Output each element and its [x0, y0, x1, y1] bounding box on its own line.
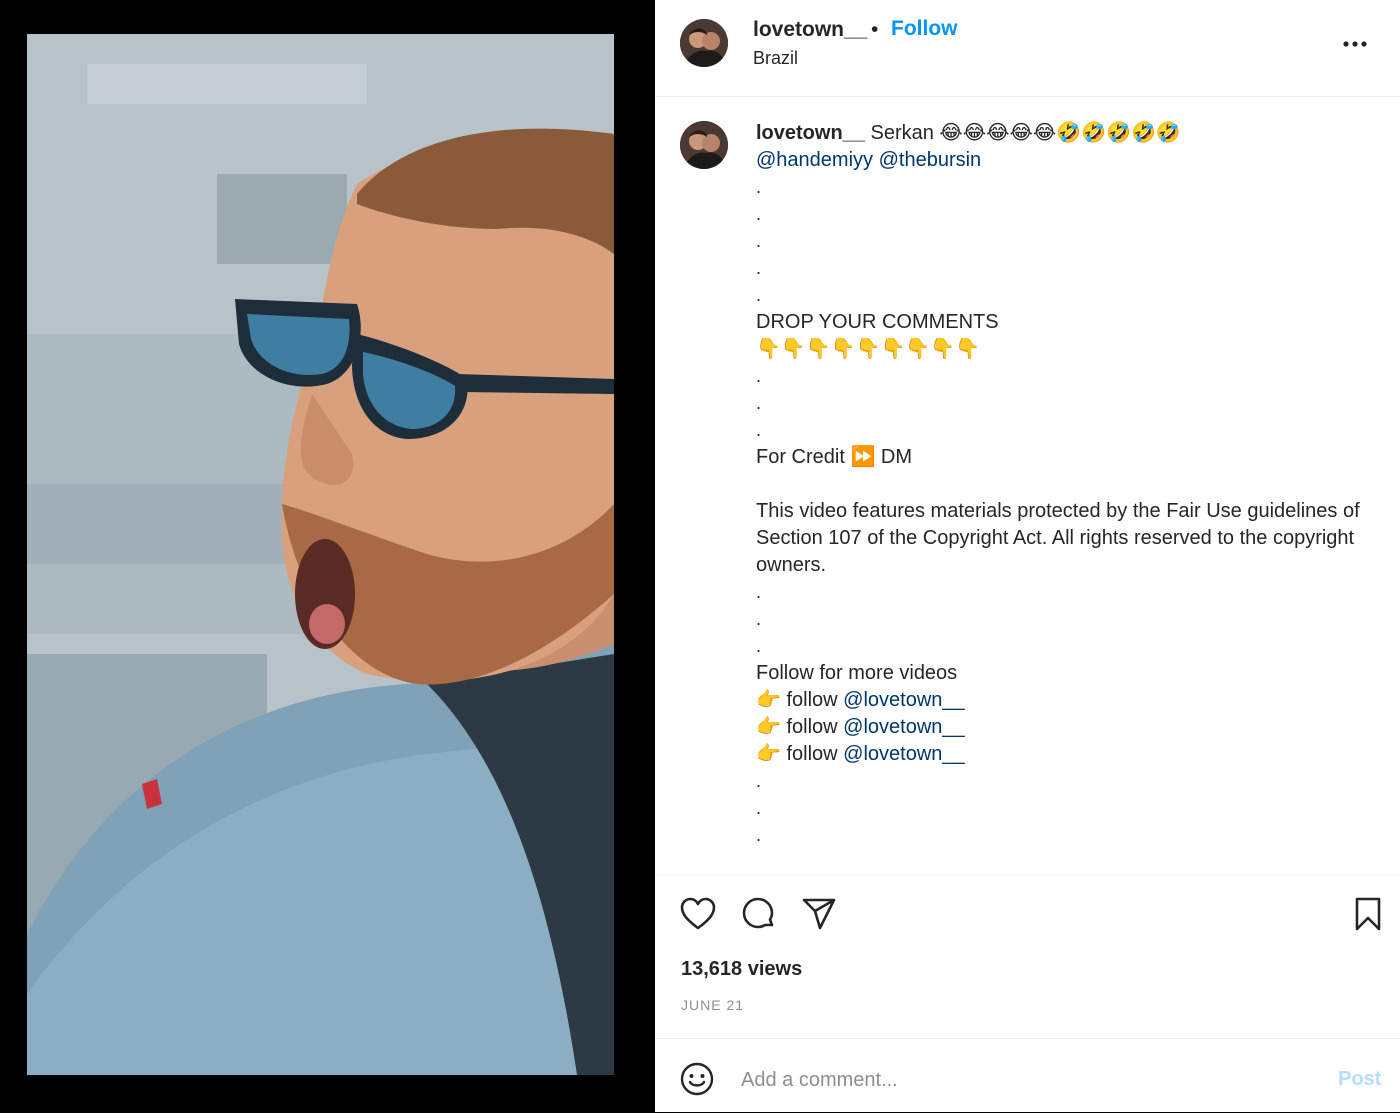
bookmark-icon[interactable] — [1349, 895, 1387, 933]
caption-dot: . — [756, 582, 762, 602]
follow-prefix: 👉 follow — [756, 689, 844, 711]
share-icon[interactable] — [800, 895, 838, 933]
caption-pointing-emojis: 👇👇👇👇👇👇👇👇👇 — [756, 338, 981, 360]
caption-dot: . — [756, 825, 762, 845]
caption-follow-more: Follow for more videos — [756, 662, 958, 684]
follow-prefix: 👉 follow — [756, 716, 844, 738]
caption-dot: . — [756, 258, 762, 278]
caption-text: Serkan 😂😂😂😂😂🤣🤣🤣🤣🤣 — [870, 122, 1181, 144]
follow-prefix: 👉 follow — [756, 743, 844, 765]
video-frame-illustration — [27, 34, 614, 1075]
caption-credit: For Credit ⏩ DM — [756, 446, 913, 468]
actions-divider — [655, 875, 1400, 876]
caption-dot: . — [756, 204, 762, 224]
post-button[interactable]: Post — [1338, 1068, 1381, 1091]
emoji-icon[interactable] — [679, 1061, 715, 1097]
caption-dot: . — [756, 636, 762, 656]
caption-dot: . — [756, 366, 762, 386]
mention-link[interactable]: @handemiyy — [756, 149, 873, 171]
caption-dot: . — [756, 393, 762, 413]
video-player[interactable] — [27, 34, 614, 1075]
caption-first-line: lovetown__ Serkan 😂😂😂😂😂🤣🤣🤣🤣🤣 — [756, 120, 1376, 147]
caption-dot: . — [756, 420, 762, 440]
avatar[interactable] — [680, 19, 728, 67]
caption-follow-line: 👉 follow @lovetown__ — [756, 714, 1376, 741]
post-header: lovetown__ • Follow Brazil — [655, 0, 1400, 97]
header-username[interactable]: lovetown__ — [753, 18, 867, 42]
caption-avatar[interactable] — [680, 121, 728, 169]
caption-dot: . — [756, 771, 762, 791]
follow-button[interactable]: Follow — [891, 17, 958, 41]
caption-username[interactable]: lovetown__ — [756, 122, 865, 144]
more-horizontal-icon[interactable] — [1342, 34, 1368, 54]
caption-mentions: @handemiyy @thebursin — [756, 147, 1376, 174]
caption-dot: . — [756, 798, 762, 818]
heart-icon[interactable] — [679, 895, 717, 933]
caption-follow-line: 👉 follow @lovetown__ — [756, 741, 1376, 768]
comment-icon[interactable] — [739, 895, 777, 933]
header-separator: • — [871, 18, 879, 41]
view-count[interactable]: 13,618 views — [681, 958, 802, 981]
caption-dot: . — [756, 231, 762, 251]
comment-bar: Post — [655, 1038, 1400, 1113]
mention-link[interactable]: @thebursin — [879, 149, 982, 171]
avatar-image — [680, 121, 728, 169]
mention-link[interactable]: @lovetown__ — [843, 716, 964, 738]
comment-input[interactable] — [739, 1061, 1303, 1099]
caption-drop-comments: DROP YOUR COMMENTS — [756, 311, 999, 333]
post-caption: lovetown__ Serkan 😂😂😂😂😂🤣🤣🤣🤣🤣 @handemiyy … — [756, 120, 1376, 849]
post-panel: lovetown__ • Follow Brazil lovetown__ Se… — [655, 0, 1400, 1112]
mention-link[interactable]: @lovetown__ — [843, 743, 964, 765]
avatar-image — [680, 19, 728, 67]
caption-dot: . — [756, 285, 762, 305]
header-location[interactable]: Brazil — [753, 48, 798, 69]
caption-dot: . — [756, 177, 762, 197]
caption-follow-line: 👉 follow @lovetown__ — [756, 687, 1376, 714]
media-pane — [0, 0, 655, 1112]
caption-fair-use: This video features materials protected … — [756, 500, 1360, 576]
caption-dot: . — [756, 609, 762, 629]
mention-link[interactable]: @lovetown__ — [843, 689, 964, 711]
post-date[interactable]: JUNE 21 — [681, 997, 744, 1013]
